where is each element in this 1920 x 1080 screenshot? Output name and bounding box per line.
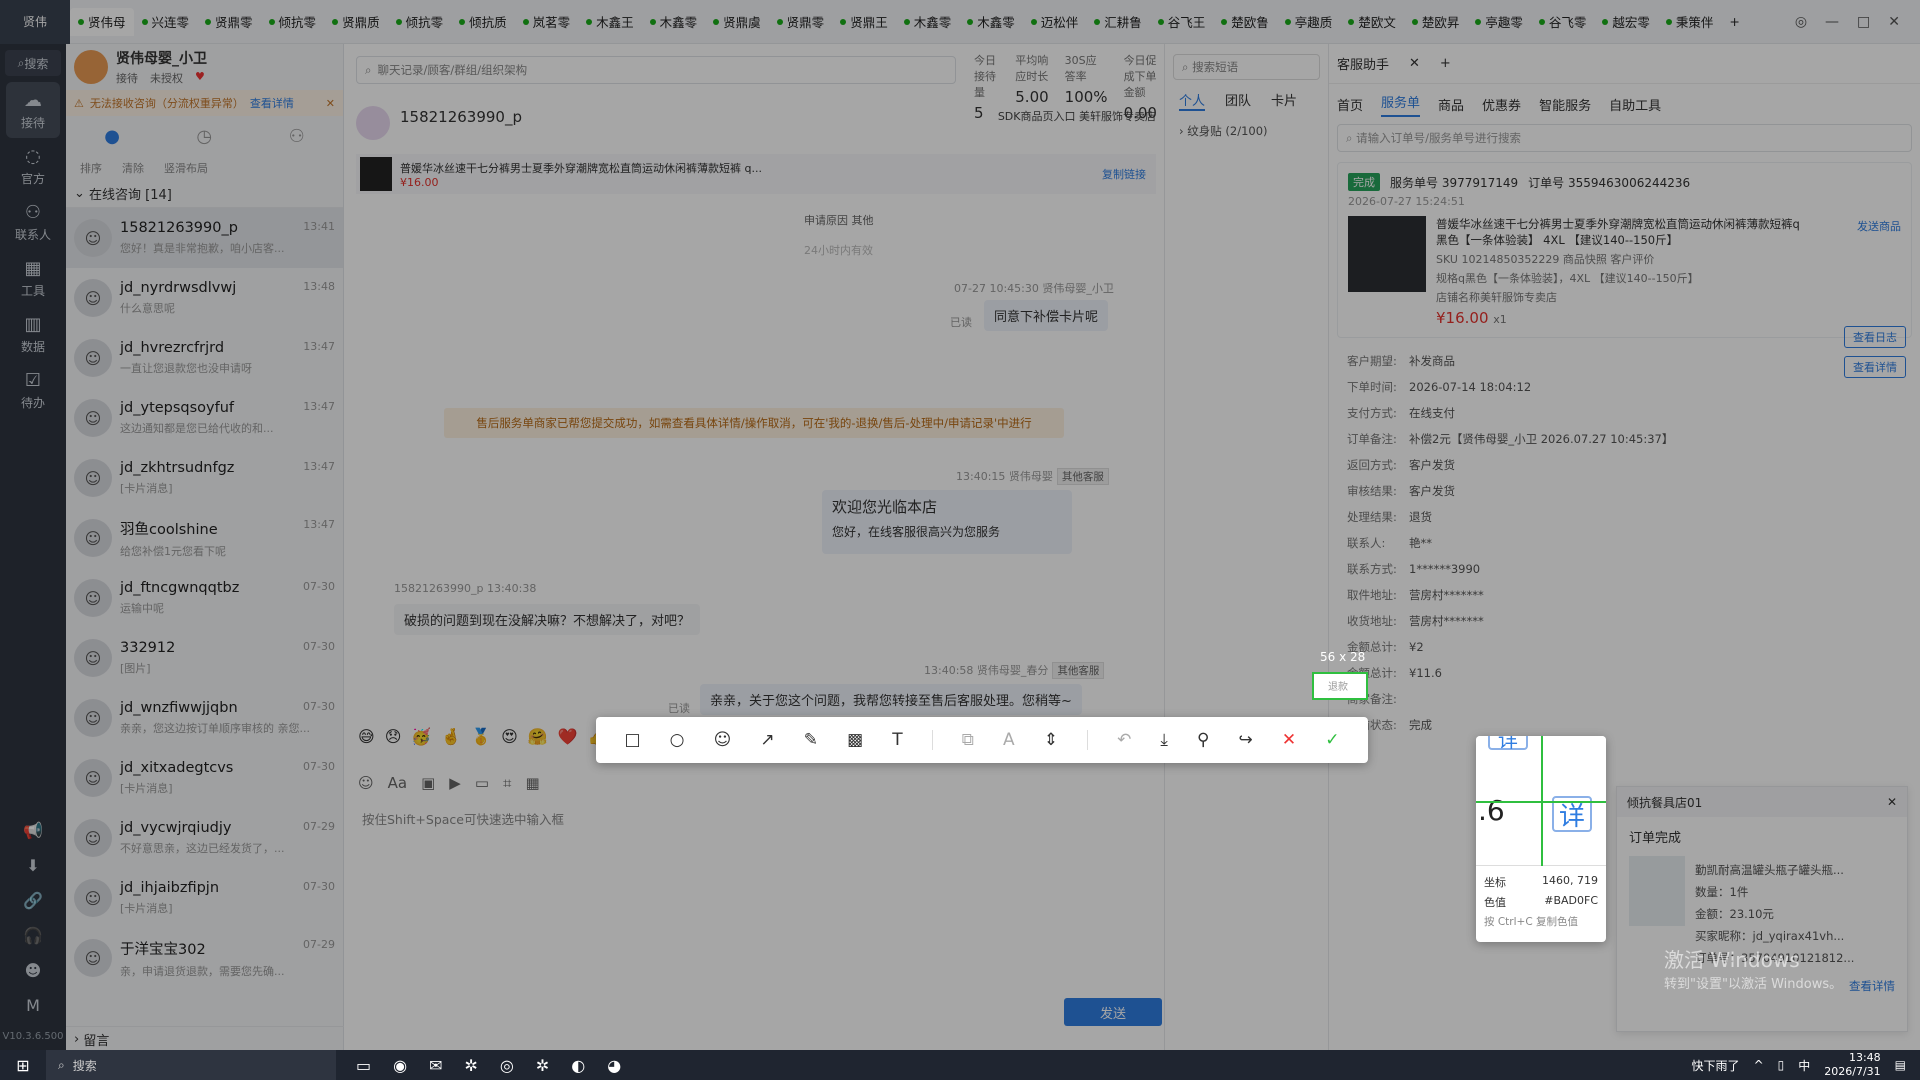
coord-label: 坐标 xyxy=(1484,876,1506,889)
magnifier-view: 详 .6 详 xyxy=(1476,736,1606,866)
pin-icon[interactable]: ⚲ xyxy=(1197,730,1209,750)
search-icon: ⌕ xyxy=(58,1057,65,1072)
browser-icon[interactable]: ◐ xyxy=(571,1056,585,1075)
clock-date: 2026/7/31 xyxy=(1824,1065,1881,1078)
watermark-line2: 转到"设置"以激活 Windows。 xyxy=(1664,977,1843,992)
screenshot-overlay[interactable] xyxy=(0,0,1920,1050)
weather-status[interactable]: 快下雨了 xyxy=(1692,1057,1740,1074)
edge-icon[interactable]: ◉ xyxy=(393,1056,407,1075)
activation-watermark: 激活 Windows 转到"设置"以激活 Windows。 xyxy=(1664,944,1842,992)
ime-indicator[interactable]: 中 xyxy=(1798,1057,1810,1074)
app-icon[interactable]: ✲ xyxy=(465,1056,478,1075)
text-icon[interactable]: T xyxy=(892,730,902,750)
mag-text: .6 xyxy=(1478,794,1505,827)
clock[interactable]: 13:48 2026/7/31 xyxy=(1824,1051,1880,1079)
app-icon[interactable]: ✲ xyxy=(536,1056,549,1075)
arrow-icon[interactable]: ↗ xyxy=(760,730,774,750)
divider xyxy=(1087,730,1089,750)
selection-content: 退款 xyxy=(1328,682,1348,693)
tray-arrow-icon[interactable]: ^ xyxy=(1754,1058,1764,1072)
taskbar-apps: ▭ ◉ ✉ ✲ ◎ ✲ ◐ ◕ xyxy=(336,1056,621,1075)
task-view-icon[interactable]: ▭ xyxy=(356,1056,371,1075)
selection-box[interactable]: 退款 xyxy=(1312,672,1368,700)
wechat-icon[interactable]: ✉ xyxy=(429,1056,442,1075)
copy-hint: 按 Ctrl+C 复制色值 xyxy=(1484,916,1578,928)
notification-icon[interactable]: ▤ xyxy=(1895,1058,1906,1072)
save-icon[interactable]: ⤓ xyxy=(1160,730,1168,750)
crosshair-v xyxy=(1541,736,1543,866)
ocr-icon[interactable]: A xyxy=(1003,730,1015,750)
jd-chat-icon[interactable]: ◕ xyxy=(607,1056,621,1075)
cancel-icon[interactable]: ✕ xyxy=(1282,730,1296,750)
mag-button-fragment: 详 xyxy=(1488,736,1528,752)
color-label: 色值 xyxy=(1484,896,1506,909)
pen-icon[interactable]: ✎ xyxy=(804,730,818,750)
windows-start-icon[interactable]: ⊞ xyxy=(0,1056,46,1075)
taskbar: ⊞ ⌕ 搜索 ▭ ◉ ✉ ✲ ◎ ✲ ◐ ◕ 快下雨了 ^ ▯ 中 13:48 20… xyxy=(0,1050,1920,1080)
share-icon[interactable]: ↪ xyxy=(1239,730,1253,750)
taskbar-search-label: 搜索 xyxy=(72,1058,97,1073)
mosaic-icon[interactable]: ▩ xyxy=(847,730,863,750)
color-value: #BAD0FC xyxy=(1544,894,1598,907)
coord-value: 1460, 719 xyxy=(1542,874,1598,887)
watermark-line1: 激活 Windows xyxy=(1664,948,1800,972)
app-icon[interactable]: ◎ xyxy=(500,1056,514,1075)
clock-time: 13:48 xyxy=(1848,1051,1881,1064)
system-tray: 快下雨了 ^ ▯ 中 13:48 2026/7/31 ▤ xyxy=(1692,1051,1920,1079)
translate-icon[interactable]: ⧉ xyxy=(962,730,974,750)
sticker-icon[interactable]: ☺ xyxy=(714,730,732,750)
divider xyxy=(931,730,933,750)
ellipse-icon[interactable]: ○ xyxy=(670,730,685,750)
confirm-icon[interactable]: ✓ xyxy=(1325,730,1339,750)
selection-size: 56 x 28 xyxy=(1320,650,1366,664)
network-icon[interactable]: ▯ xyxy=(1778,1058,1785,1072)
taskbar-search[interactable]: ⌕ 搜索 xyxy=(46,1050,336,1080)
magnifier: 详 .6 详 坐标 1460, 719 色值 #BAD0FC 按 Ctrl+C 复制… xyxy=(1476,736,1606,942)
long-capture-icon[interactable]: ⇕ xyxy=(1044,730,1058,750)
undo-icon[interactable]: ↶ xyxy=(1117,730,1131,750)
capture-toolbar: □ ○ ☺ ↗ ✎ ▩ T ⧉ A ⇕ ↶ ⤓ ⚲ ↪ ✕ ✓ xyxy=(596,717,1368,763)
rectangle-icon[interactable]: □ xyxy=(625,730,641,750)
